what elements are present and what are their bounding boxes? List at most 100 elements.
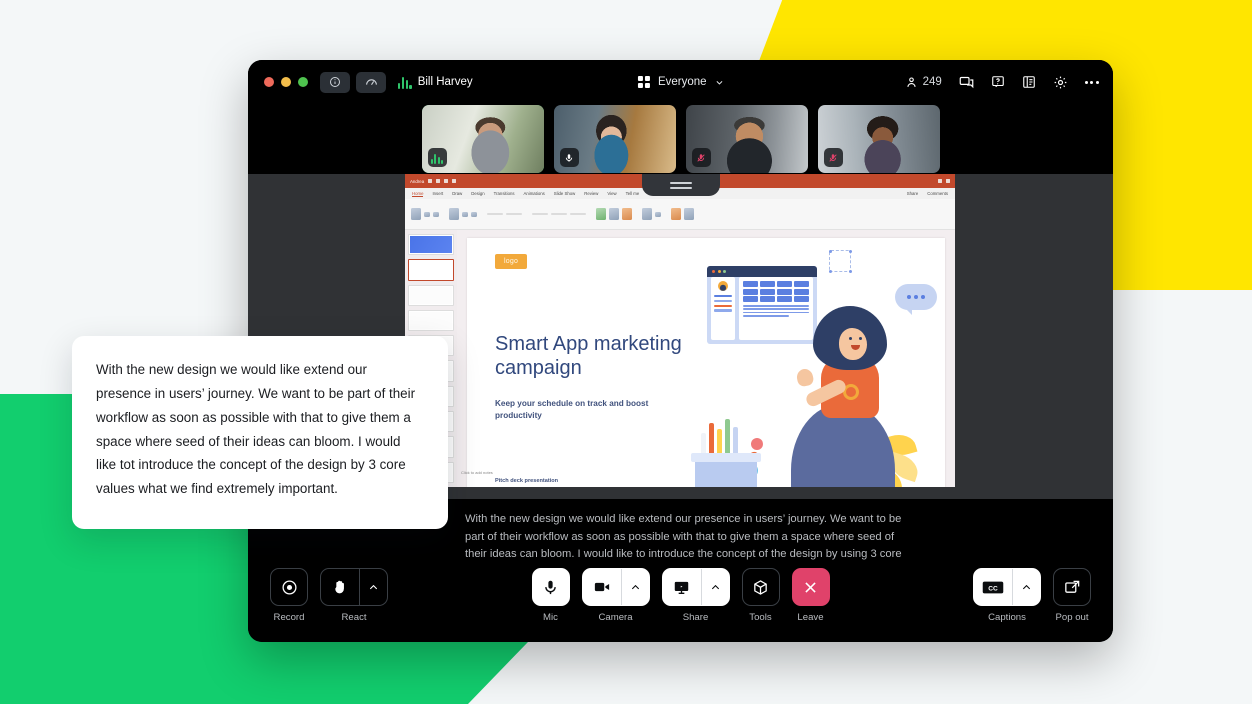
captions-label: Captions xyxy=(988,612,1026,623)
ribbon-tab[interactable]: Home xyxy=(412,191,424,197)
minimize-window-button[interactable] xyxy=(281,77,291,87)
captions-control: CC Captions xyxy=(973,568,1041,623)
slide-canvas[interactable]: logo Smart App marketing campaign Keep y… xyxy=(457,230,955,487)
slide-title: Smart App marketing campaign xyxy=(495,333,682,380)
share-control: Share xyxy=(661,568,730,623)
mic-unmuted-icon xyxy=(559,148,579,167)
view-selector[interactable]: Everyone xyxy=(637,75,723,89)
current-slide: logo Smart App marketing campaign Keep y… xyxy=(467,238,945,487)
camera-label: Camera xyxy=(598,612,633,623)
popout-control: Pop out xyxy=(1053,568,1091,623)
meeting-control-bar: Record React Mic Camera Share Tools Leav… xyxy=(248,560,1113,642)
mic-label: Mic xyxy=(543,612,558,623)
ribbon-tab[interactable]: Design xyxy=(471,191,484,196)
powerpoint-body: logo Smart App marketing campaign Keep y… xyxy=(405,230,955,487)
ribbon-tab[interactable]: Transitions xyxy=(494,191,515,196)
person-icon xyxy=(907,76,916,87)
transcript-callout-text: With the new design we would like extend… xyxy=(96,362,416,497)
ribbon-tab[interactable]: Review xyxy=(584,191,598,196)
controls-center: Mic Camera Share Tools Leave xyxy=(531,568,830,623)
ribbon-tab[interactable]: Insert xyxy=(432,191,443,196)
share-label: Share xyxy=(682,612,709,623)
react-button[interactable] xyxy=(320,568,388,606)
raise-hand-icon[interactable] xyxy=(321,569,359,605)
mic-control: Mic xyxy=(531,568,570,623)
record-button[interactable] xyxy=(270,568,308,606)
react-chevron-up-icon[interactable] xyxy=(359,569,387,605)
pencil-cup-graphic xyxy=(691,412,765,487)
slide-thumbnail[interactable] xyxy=(408,234,454,256)
screenshot-root: Bill Harvey Everyone 249 Andrea Home Ins… xyxy=(0,0,1252,704)
title-bar-actions: 249 xyxy=(905,75,1099,90)
screen-share-icon[interactable] xyxy=(663,569,701,605)
close-x-icon xyxy=(805,581,816,593)
captions-button[interactable]: CC xyxy=(973,568,1041,606)
ribbon-share-action[interactable]: Share xyxy=(907,191,918,196)
mic-button[interactable] xyxy=(531,568,570,606)
ribbon-tab[interactable]: Tell me xyxy=(626,191,640,196)
ribbon-tab[interactable]: Slide Show xyxy=(554,191,576,196)
maximize-window-button[interactable] xyxy=(298,77,308,87)
decorative-node-icon xyxy=(828,249,852,273)
ribbon-comments-action[interactable]: Comments xyxy=(927,191,948,196)
title-bar: Bill Harvey Everyone 249 xyxy=(248,60,1113,104)
slide-thumbnail[interactable] xyxy=(408,284,454,306)
popout-button[interactable] xyxy=(1053,568,1091,606)
window-traffic-lights xyxy=(264,77,308,87)
close-window-button[interactable] xyxy=(264,77,274,87)
participant-tile[interactable] xyxy=(817,105,940,173)
share-button[interactable] xyxy=(661,568,730,606)
share-drag-handle[interactable] xyxy=(641,174,720,196)
slide-thumbnail-selected[interactable] xyxy=(408,259,454,281)
controls-left: Record React xyxy=(270,568,388,623)
participants-strip xyxy=(248,104,1113,174)
closed-captions-icon[interactable]: CC xyxy=(974,569,1012,605)
mic-muted-icon xyxy=(823,148,843,167)
tools-control: Tools xyxy=(741,568,780,623)
mic-muted-icon xyxy=(691,148,711,167)
powerpoint-ribbon[interactable] xyxy=(405,199,955,230)
speaking-indicator-icon xyxy=(427,148,447,167)
ribbon-tab[interactable]: View xyxy=(607,191,616,196)
more-options-icon[interactable] xyxy=(1084,80,1099,84)
tools-button[interactable] xyxy=(741,568,780,606)
network-quality-icon[interactable] xyxy=(356,71,386,93)
popout-label: Pop out xyxy=(1055,612,1089,623)
slide-thumbnail[interactable] xyxy=(408,309,454,332)
ribbon-tab[interactable]: Draw xyxy=(452,191,462,196)
settings-gear-icon[interactable] xyxy=(1053,75,1068,90)
camera-chevron-up-icon[interactable] xyxy=(620,569,649,605)
qa-icon[interactable] xyxy=(991,75,1005,89)
record-label: Record xyxy=(273,612,305,623)
camera-icon[interactable] xyxy=(583,569,621,605)
tools-label: Tools xyxy=(749,612,772,623)
leave-button[interactable] xyxy=(791,568,830,606)
react-control: React xyxy=(320,568,388,623)
participant-tile[interactable] xyxy=(685,105,808,173)
participants-button[interactable]: 249 xyxy=(905,76,942,89)
speech-bubble-graphic xyxy=(895,284,937,315)
notes-icon[interactable] xyxy=(1022,75,1036,89)
camera-control: Camera xyxy=(581,568,650,623)
participant-count: 249 xyxy=(922,76,942,88)
leave-label: Leave xyxy=(797,612,824,623)
cube-icon xyxy=(754,579,767,595)
svg-text:CC: CC xyxy=(988,585,998,592)
chat-icon[interactable] xyxy=(959,75,974,90)
slide-logo-badge: logo xyxy=(495,254,528,269)
shared-powerpoint-window: Andrea Home Insert Draw Design Transitio… xyxy=(405,174,955,487)
active-speaker-name: Bill Harvey xyxy=(417,76,473,88)
participant-tile[interactable] xyxy=(553,105,676,173)
record-icon xyxy=(281,579,297,595)
slide-footer: Pitch deck presentation xyxy=(495,478,559,484)
share-chevron-up-icon[interactable] xyxy=(700,569,729,605)
participant-tile[interactable] xyxy=(421,105,544,173)
ribbon-tab[interactable]: Animations xyxy=(524,191,545,196)
transcript-callout-card: With the new design we would like extend… xyxy=(72,336,448,529)
captions-chevron-up-icon[interactable] xyxy=(1012,569,1040,605)
chevron-down-icon xyxy=(716,80,722,85)
camera-button[interactable] xyxy=(581,568,650,606)
slide-notes-placeholder[interactable]: Click to add notes xyxy=(461,470,493,475)
info-icon[interactable] xyxy=(320,71,350,93)
powerpoint-file-name: Andrea xyxy=(410,178,425,184)
